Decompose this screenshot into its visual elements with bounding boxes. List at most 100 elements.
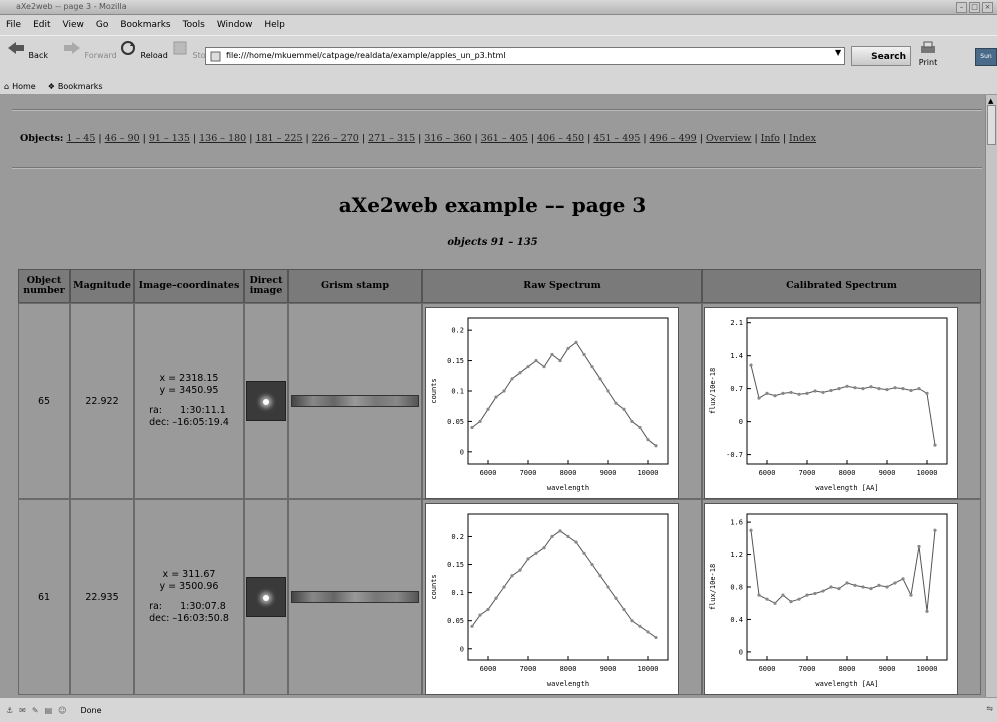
close-button[interactable]: × bbox=[982, 2, 993, 13]
menu-bookmarks[interactable]: Bookmarks bbox=[120, 20, 170, 30]
row1-direct-image[interactable] bbox=[246, 381, 286, 421]
plot-frame bbox=[746, 513, 948, 661]
search-button[interactable]: Search bbox=[851, 46, 911, 66]
scroll-thumb[interactable] bbox=[987, 105, 996, 145]
spectrum-point bbox=[909, 593, 913, 597]
link-objects-496[interactable]: 496 – 499 bbox=[650, 133, 697, 144]
spectrum-point bbox=[853, 386, 857, 390]
menu-file[interactable]: File bbox=[6, 20, 21, 30]
link-objects-226[interactable]: 226 – 270 bbox=[312, 133, 359, 144]
link-overview[interactable]: Overview bbox=[706, 133, 751, 144]
forward-button[interactable]: Forward bbox=[62, 40, 117, 60]
spectrum-point bbox=[773, 394, 777, 398]
row2-magnitude: 22.935 bbox=[70, 499, 134, 695]
row2-dec-value: –16:03:50.8 bbox=[172, 613, 229, 624]
link-objects-451[interactable]: 451 – 495 bbox=[593, 133, 640, 144]
link-objects-136[interactable]: 136 – 180 bbox=[199, 133, 246, 144]
spectrum-point bbox=[917, 387, 921, 391]
url-field[interactable]: file:///home/mkuemmel/catpage/realdata/e… bbox=[205, 47, 845, 65]
window-titlebar: aXe2web -- page 3 - Mozilla – □ × bbox=[0, 0, 997, 15]
composer-icon[interactable]: ✎ bbox=[32, 706, 39, 715]
chat-icon[interactable]: ☺ bbox=[58, 706, 66, 715]
spectrum-point bbox=[526, 365, 530, 369]
spectrum-point bbox=[494, 395, 498, 399]
spectrum-point bbox=[869, 385, 873, 389]
row1-grism-stamp[interactable] bbox=[291, 395, 419, 407]
row2-direct-image[interactable] bbox=[246, 577, 286, 617]
spectrum-point bbox=[518, 568, 522, 572]
y-axis-label: counts bbox=[430, 378, 438, 403]
back-button[interactable]: Back bbox=[6, 40, 48, 60]
link-objects-271[interactable]: 271 – 315 bbox=[368, 133, 415, 144]
row1-magnitude: 22.922 bbox=[70, 303, 134, 499]
navigator-icon[interactable]: ⚓ bbox=[6, 706, 13, 715]
link-objects-406[interactable]: 406 – 450 bbox=[537, 133, 584, 144]
spectrum-point bbox=[550, 534, 554, 539]
calibrated-spectrum-plot-2[interactable]: 6000 7000 8000 9000 10000 0 0.4 0.8 1.2 1.6 wavele… bbox=[704, 503, 958, 695]
row2-dec-label: dec: bbox=[149, 613, 170, 624]
spectrum-point bbox=[749, 363, 753, 367]
link-objects-361[interactable]: 361 – 405 bbox=[481, 133, 528, 144]
vertical-scrollbar[interactable]: ▲ bbox=[985, 95, 997, 697]
header-magnitude: Magnitude bbox=[70, 269, 134, 303]
spectrum-point bbox=[542, 546, 546, 550]
maximize-button[interactable]: □ bbox=[969, 2, 980, 13]
print-label: Print bbox=[918, 58, 938, 67]
bookmarks-icon: ❖ bbox=[47, 81, 55, 91]
menu-tools[interactable]: Tools bbox=[183, 20, 205, 30]
search-label: Search bbox=[871, 52, 906, 62]
plot-frame bbox=[746, 317, 948, 465]
raw-spectrum-plot-1[interactable]: 6000 7000 8000 9000 10000 0 0.05 0.1 0.15 0.2 wave… bbox=[425, 307, 679, 499]
bookmarks-toolbar: ⌂ Home ❖ Bookmarks bbox=[0, 78, 997, 95]
spectrum-point bbox=[885, 585, 889, 589]
link-objects-1[interactable]: 1 – 45 bbox=[66, 133, 95, 144]
link-index[interactable]: Index bbox=[789, 133, 816, 144]
link-objects-91[interactable]: 91 – 135 bbox=[149, 133, 190, 144]
sun-logo[interactable]: Sun bbox=[975, 48, 997, 66]
reload-label: Reload bbox=[140, 51, 168, 60]
row2-grism-stamp[interactable] bbox=[291, 591, 419, 603]
spectrum-point bbox=[646, 438, 650, 442]
minimize-button[interactable]: – bbox=[956, 2, 967, 13]
spectrum-point bbox=[845, 581, 849, 585]
spectrum-point bbox=[638, 425, 642, 430]
raw-spectrum-plot-2[interactable]: 6000 7000 8000 9000 10000 0 0.05 0.1 0.15 0.2 wave… bbox=[425, 503, 679, 695]
x-axis-label: wavelength [AA] bbox=[815, 484, 878, 492]
row1-coordinates: x = 2318.15 y = 3450.95 ra: 1:30:11.1 de… bbox=[134, 303, 244, 499]
page-content: Objects: 1 – 45 | 46 – 90 | 91 – 135 | 1… bbox=[0, 95, 985, 697]
spectrum-point bbox=[805, 593, 809, 597]
header-grism-stamp: Grism stamp bbox=[288, 269, 422, 303]
link-objects-181[interactable]: 181 – 225 bbox=[255, 133, 302, 144]
menu-help[interactable]: Help bbox=[264, 20, 285, 30]
y-axis-label: counts bbox=[430, 574, 438, 599]
bookmarks-button[interactable]: ❖ Bookmarks bbox=[48, 82, 103, 91]
row2-coordinates: x = 311.67 y = 3500.96 ra: 1:30:07.8 dec… bbox=[134, 499, 244, 695]
link-info[interactable]: Info bbox=[761, 133, 780, 144]
spectrum-point bbox=[646, 630, 650, 634]
link-objects-46[interactable]: 46 – 90 bbox=[105, 133, 140, 144]
reload-button[interactable]: Reload bbox=[118, 40, 168, 60]
mail-icon[interactable]: ✉ bbox=[19, 706, 26, 715]
menu-edit[interactable]: Edit bbox=[33, 20, 50, 30]
print-button[interactable]: Print bbox=[918, 40, 938, 67]
row1-object-number: 65 bbox=[18, 303, 70, 499]
menu-bar: File Edit View Go Bookmarks Tools Window… bbox=[0, 15, 997, 35]
calibrated-spectrum-plot-1[interactable]: 6000 7000 8000 9000 10000 -0.7 0 0.7 1.4 2.1 wavel… bbox=[704, 307, 958, 499]
spectrum-point bbox=[470, 624, 474, 628]
url-dropdown-icon[interactable]: ▼ bbox=[835, 48, 841, 57]
row2-direct-image-cell bbox=[244, 499, 288, 695]
scroll-up-icon[interactable]: ▲ bbox=[988, 97, 993, 105]
menu-go[interactable]: Go bbox=[96, 20, 108, 30]
link-objects-316[interactable]: 316 – 360 bbox=[424, 133, 471, 144]
menu-window[interactable]: Window bbox=[217, 20, 253, 30]
x-tick-label: 8000 bbox=[560, 469, 577, 477]
reload-icon bbox=[121, 41, 135, 55]
spectrum-point bbox=[478, 613, 482, 617]
address-book-icon[interactable]: ▤ bbox=[45, 706, 53, 715]
spectrum-point bbox=[638, 624, 642, 628]
menu-view[interactable]: View bbox=[63, 20, 84, 30]
spectrum-point bbox=[909, 388, 913, 393]
home-bookmark[interactable]: ⌂ Home bbox=[4, 82, 36, 91]
x-tick-label: 10000 bbox=[916, 665, 937, 673]
forward-label: Forward bbox=[84, 51, 117, 60]
